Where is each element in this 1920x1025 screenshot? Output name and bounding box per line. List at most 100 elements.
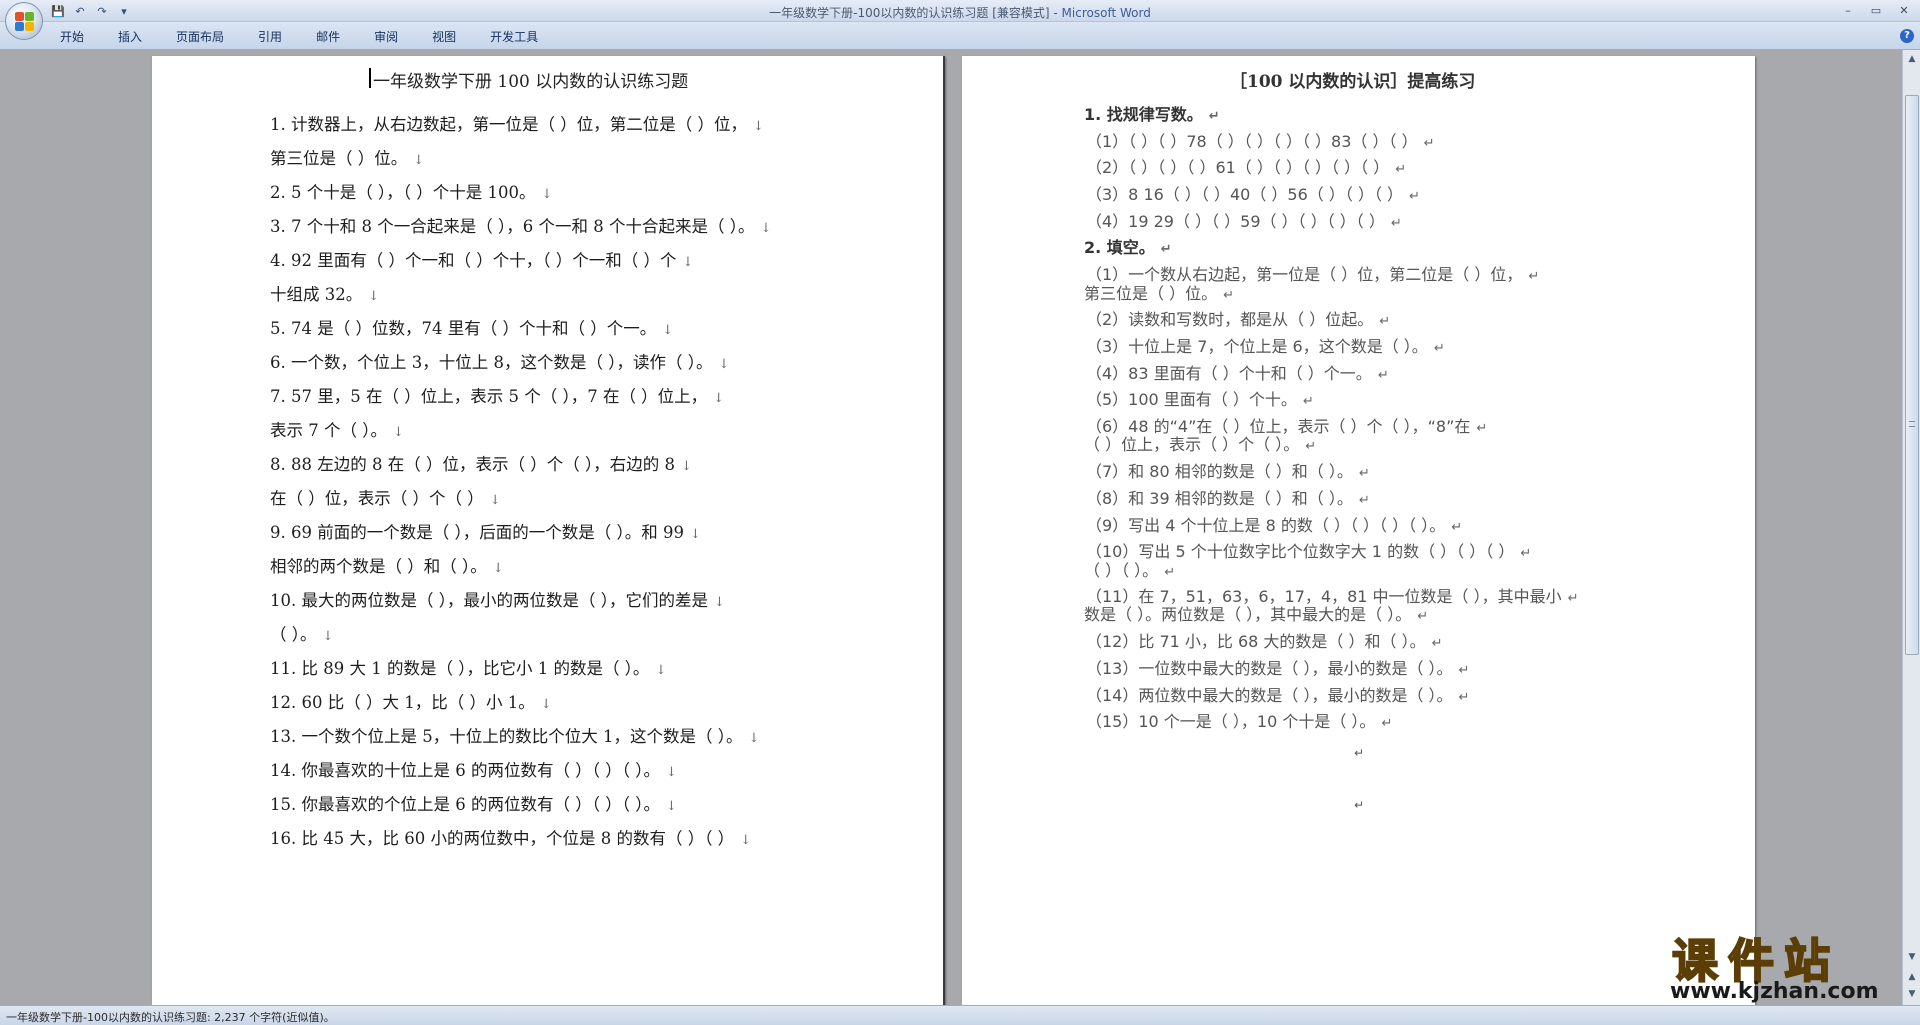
paragraph-mark-icon: ↵ (1208, 109, 1220, 124)
paragraph-mark-icon: ↓ (368, 289, 380, 304)
paragraph-mark-icon: ↓ (492, 561, 504, 576)
left-page-title: 一年级数学下册 100 以内数的认识练习题 (368, 67, 688, 92)
paragraph-mark-icon: ↓ (752, 119, 764, 134)
window-controls: – ▭ ✕ (1836, 2, 1916, 18)
paragraph-mark-icon: ↵ (1160, 242, 1172, 257)
tab-view[interactable]: 视图 (420, 28, 468, 46)
paragraph-mark-icon: ↵ (1381, 716, 1393, 731)
question-text: 14. 你最喜欢的十位上是 6 的两位数有（ ）（ ）（ ）。 (270, 761, 660, 780)
paragraph-mark-icon: ↵ (1423, 136, 1435, 151)
tab-review[interactable]: 审阅 (362, 28, 410, 46)
window-title: 一年级数学下册-100以内数的认识练习题 [兼容模式] - Microsoft … (0, 4, 1920, 21)
question-text: 5. 74 是（ ）位数，74 里有（ ）个十和（ ）个一。 (270, 319, 657, 338)
document-area[interactable]: 一年级数学下册 100 以内数的认识练习题 1. 计数器上，从右边数起，第一位是… (0, 50, 1902, 1005)
question-text: 在（ ）位，表示（ ）个（ ） (270, 489, 484, 508)
exercise-line: （4）83 里面有（ ）个十和（ ）个一。 ↵ (1086, 360, 1389, 384)
tab-page-layout[interactable]: 页面布局 (164, 28, 236, 46)
exercise-text: （15）10 个一是（ ），10 个十是（ ）。 (1086, 712, 1376, 731)
exercise-text: 2. 填空。 (1084, 238, 1155, 257)
exercise-line: （2）（ ）（ ）（ ）61（ ）（ ）（ ）（ ）（ ） ↵ (1086, 154, 1406, 178)
help-icon[interactable]: ? (1900, 29, 1914, 43)
tab-insert[interactable]: 插入 (106, 28, 154, 46)
watermark-url: www.kjzhan.com (1670, 979, 1879, 1004)
exercise-text: （5）100 里面有（ ）个十。 (1086, 390, 1297, 409)
question-text: 16. 比 45 大，比 60 小的两位数中，个位是 8 的数有（ ）（ ） (270, 829, 735, 848)
exercise-line: （12）比 71 小，比 68 大的数是（ ）和（ ）。 ↵ (1086, 628, 1443, 652)
exercise-text: （2）读数和写数时，都是从（ ）位起。 (1086, 310, 1374, 329)
question-line: （ ）。 ↓ (270, 621, 333, 645)
exercise-line: （14）两位数中最大的数是（ ），最小的数是（ ）。 ↵ (1086, 682, 1469, 706)
status-word-count[interactable]: 一年级数学下册-100以内数的认识练习题: 2,237 个字符(近似值)。 (6, 1009, 335, 1025)
exercise-line: （2）读数和写数时，都是从（ ）位起。 ↵ (1086, 306, 1390, 330)
paragraph-mark-icon: ↓ (748, 731, 760, 746)
exercise-text: （4）19 29（ ）（ ）59（ ）（ ）（ ）（ ） (1086, 212, 1385, 231)
paragraph-mark-icon: ↓ (662, 323, 674, 338)
office-button[interactable] (5, 2, 43, 40)
exercise-line: （13）一位数中最大的数是（ ），最小的数是（ ）。 ↵ (1086, 655, 1469, 679)
scrollbar-thumb[interactable] (1905, 95, 1919, 655)
tab-mailings[interactable]: 邮件 (304, 28, 352, 46)
tab-developer[interactable]: 开发工具 (478, 28, 550, 46)
question-line: 4. 92 里面有（ ）个一和（ ）个十，（ ）个一和（ ）个 ↓ (270, 247, 693, 271)
exercise-text: （9）写出 4 个十位上是 8 的数（ ）（ ）（ ）（ ）。 (1086, 516, 1446, 535)
question-text: 12. 60 比（ ）大 1，比（ ）小 1。 (270, 693, 535, 712)
scroll-up-arrow-icon[interactable]: ▲ (1905, 52, 1919, 66)
paragraph-mark-icon: ↵ (1379, 314, 1391, 329)
vertical-scrollbar[interactable]: ▲ ▼ ▲ ▼ (1902, 50, 1920, 1005)
question-line: 7. 57 里，5 在（ ）位上，表示 5 个（ ），7 在（ ）位上， ↓ (270, 383, 724, 407)
exercise-line: 数是（ ）。两位数是（ ），其中最大的是（ ）。 ↵ (1084, 601, 1428, 625)
section-heading: 1. 找规律写数。 ↵ (1084, 101, 1220, 125)
section-heading: 2. 填空。 ↵ (1084, 234, 1172, 258)
paragraph-mark-icon: ↓ (489, 493, 501, 508)
exercise-line: （4）19 29（ ）（ ）59（ ）（ ）（ ）（ ） ↵ (1086, 208, 1402, 232)
exercise-text: （13）一位数中最大的数是（ ），最小的数是（ ）。 (1086, 659, 1453, 678)
status-bar: 一年级数学下册-100以内数的认识练习题: 2,237 个字符(近似值)。 (0, 1005, 1920, 1025)
tab-references[interactable]: 引用 (246, 28, 294, 46)
paragraph-mark-icon: ↵ (1567, 591, 1579, 606)
document-page-right[interactable]: ［100 以内数的认识］提高练习 1. 找规律写数。 ↵ （1）（ ）（ ）78（ … (962, 56, 1755, 1005)
exercise-line: （8）和 39 相邻的数是（ ）和（ ）。 ↵ (1086, 485, 1370, 509)
exercise-text: 1. 找规律写数。 (1084, 105, 1203, 124)
paragraph-mark-icon: ↵ (1390, 216, 1402, 231)
paragraph-mark-icon: ↓ (392, 425, 404, 440)
question-text: 1. 计数器上，从右边数起，第一位是（ ）位，第二位是（ ）位， (270, 115, 747, 134)
question-line: 5. 74 是（ ）位数，74 里有（ ）个十和（ ）个一。 ↓ (270, 315, 673, 339)
paragraph-mark-icon: ↓ (682, 255, 694, 270)
question-text: 2. 5 个十是（ ），（ ）个十是 100。 (270, 183, 536, 202)
paragraph-mark-icon: ↓ (680, 459, 692, 474)
empty-paragraph-mark-icon: ↵ (1354, 798, 1365, 812)
right-page-title: ［100 以内数的认识］提高练习 (1230, 72, 1476, 92)
question-text: 6. 一个数，个位上 3，十位上 8，这个数是（ ），读作（ ）。 (270, 353, 713, 372)
question-text: 15. 你最喜欢的个位上是 6 的两位数有（ ）（ ）（ ）。 (270, 795, 660, 814)
paragraph-mark-icon: ↵ (1164, 565, 1176, 580)
exercise-text: （4）83 里面有（ ）个十和（ ）个一。 (1086, 364, 1372, 383)
question-line: 在（ ）位，表示（ ）个（ ） ↓ (270, 485, 501, 509)
exercise-line: （9）写出 4 个十位上是 8 的数（ ）（ ）（ ）（ ）。 ↵ (1086, 512, 1462, 536)
paragraph-mark-icon: ↵ (1476, 421, 1488, 436)
paragraph-mark-icon: ↵ (1358, 466, 1370, 481)
exercise-text: （1）（ ）（ ）78（ ）（ ）（ ）（ ）83（ ）（ ） (1086, 132, 1418, 151)
question-line: 12. 60 比（ ）大 1，比（ ）小 1。 ↓ (270, 689, 552, 713)
question-line: 9. 69 前面的一个数是（ ），后面的一个数是（ ）。和 99 ↓ (270, 519, 701, 543)
exercise-text: 数是（ ）。两位数是（ ），其中最大的是（ ）。 (1084, 605, 1412, 624)
question-text: 7. 57 里，5 在（ ）位上，表示 5 个（ ），7 在（ ）位上， (270, 387, 708, 406)
minimize-button[interactable]: – (1836, 2, 1860, 18)
question-line: 第三位是（ ）位。 ↓ (270, 145, 424, 169)
title-bar: 💾 ↶ ↷ ▾ 一年级数学下册-100以内数的认识练习题 [兼容模式] - Mi… (0, 0, 1920, 22)
exercise-line: （1）（ ）（ ）78（ ）（ ）（ ）（ ）83（ ）（ ） ↵ (1086, 128, 1435, 152)
document-page-left[interactable]: 一年级数学下册 100 以内数的认识练习题 1. 计数器上，从右边数起，第一位是… (152, 56, 945, 1005)
restore-button[interactable]: ▭ (1864, 2, 1888, 18)
tab-home[interactable]: 开始 (48, 28, 96, 46)
close-button[interactable]: ✕ (1892, 2, 1916, 18)
question-line: 1. 计数器上，从右边数起，第一位是（ ）位，第二位是（ ）位， ↓ (270, 111, 764, 135)
window-title-brand: Microsoft Word (1061, 6, 1151, 20)
ribbon-tabs: 开始 插入 页面布局 引用 邮件 审阅 视图 开发工具 (48, 28, 560, 46)
paragraph-mark-icon: ↵ (1305, 439, 1317, 454)
paragraph-mark-icon: ↓ (760, 221, 772, 236)
paragraph-mark-icon: ↓ (413, 153, 425, 168)
paragraph-mark-icon: ↵ (1458, 690, 1470, 705)
question-text: 13. 一个数个位上是 5，十位上的数比个位大 1，这个数是（ ）。 (270, 727, 743, 746)
exercise-line: （3）十位上是 7，个位上是 6，这个数是（ ）。 ↵ (1086, 333, 1445, 357)
question-line: 15. 你最喜欢的个位上是 6 的两位数有（ ）（ ）（ ）。 ↓ (270, 791, 677, 815)
paragraph-mark-icon: ↵ (1458, 663, 1470, 678)
